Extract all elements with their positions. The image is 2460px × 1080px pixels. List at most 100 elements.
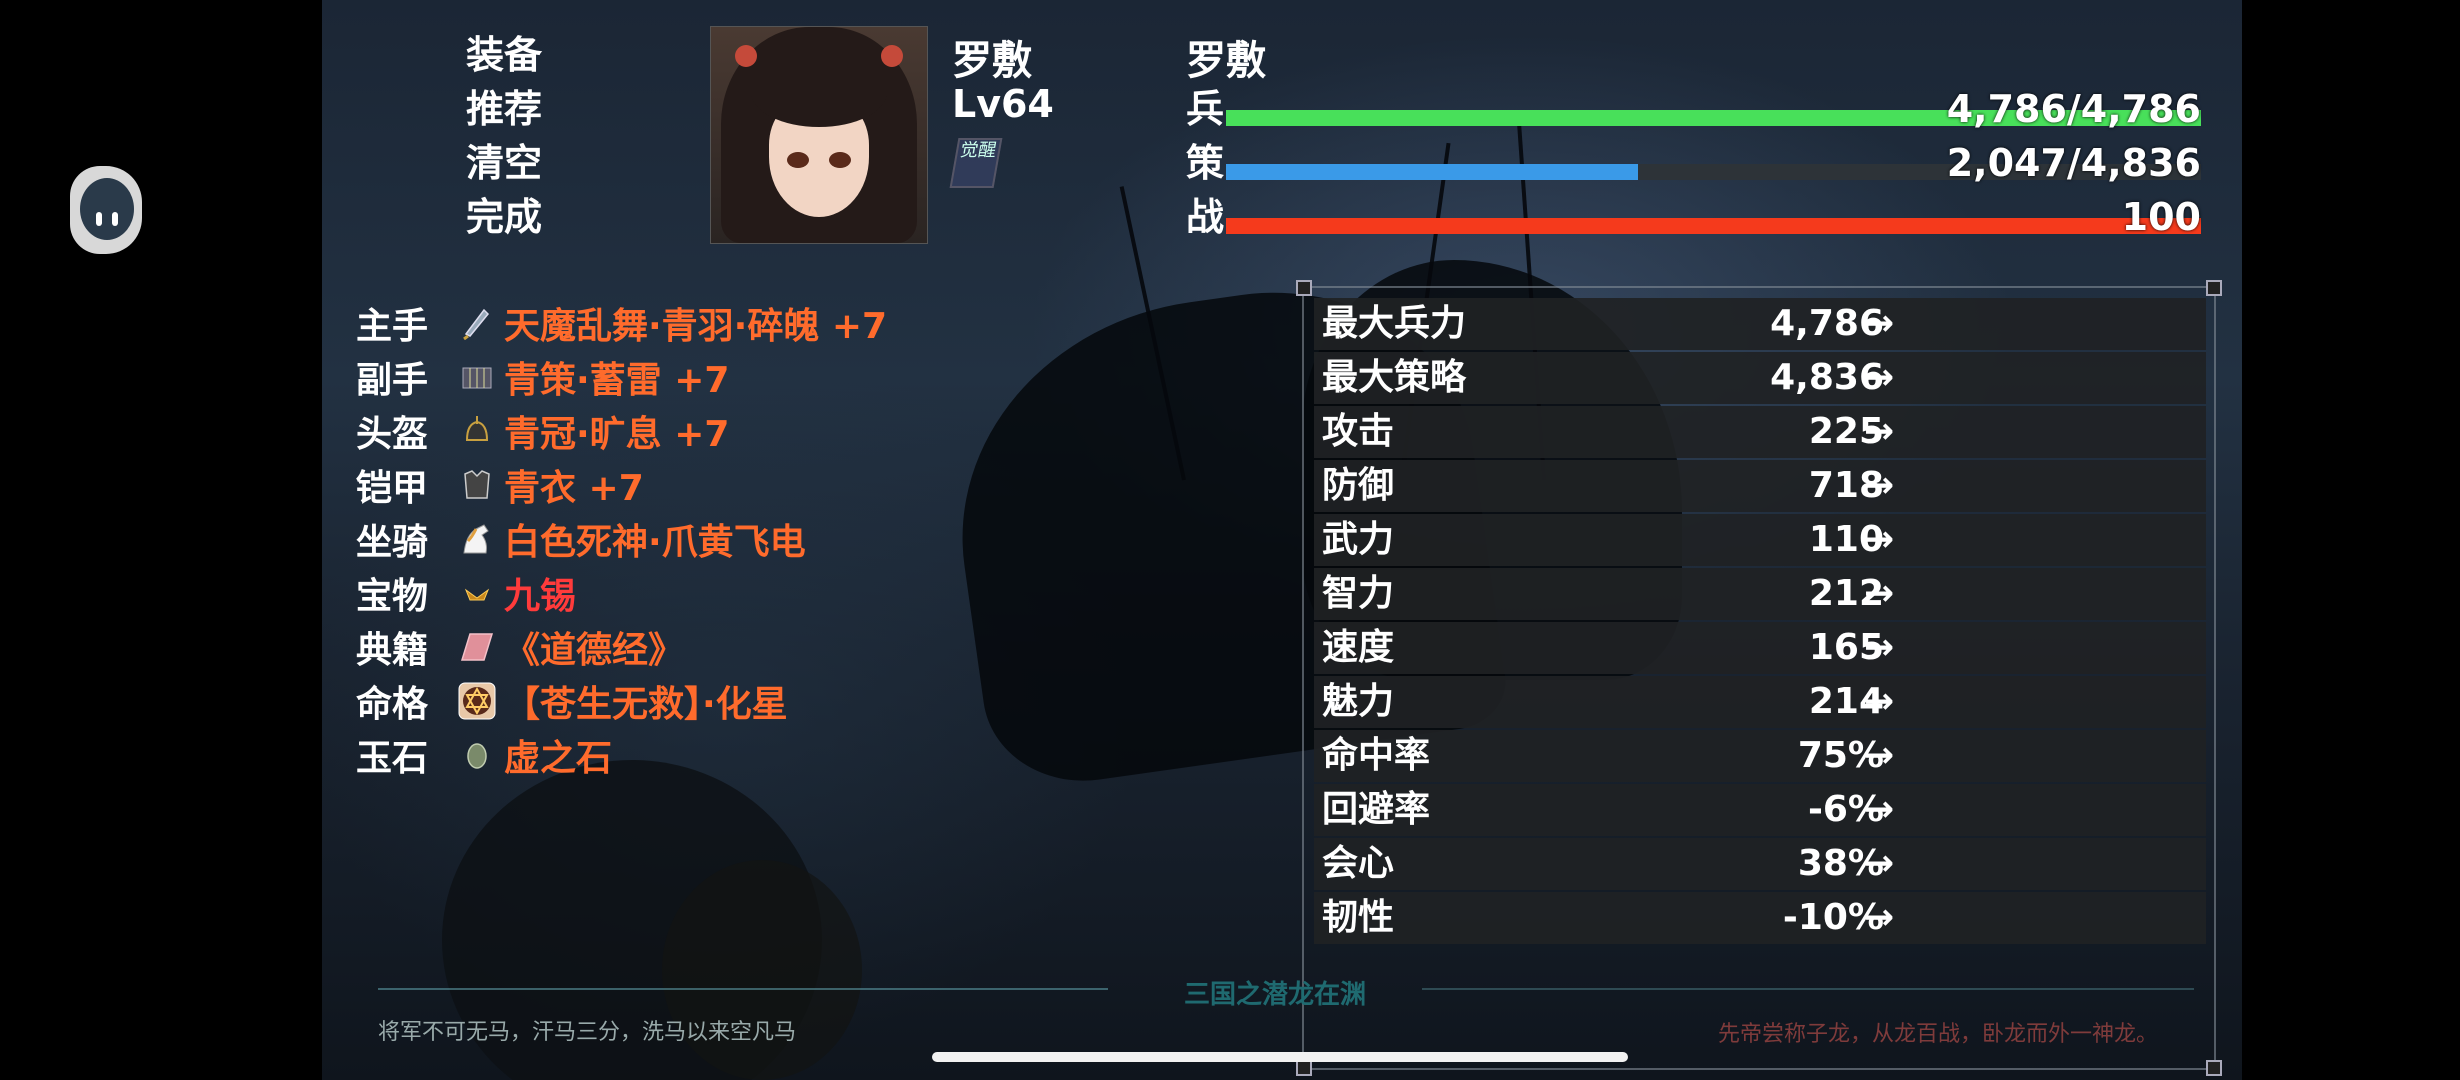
stat-name: 最大策略: [1322, 357, 1467, 398]
equip-row-treasure[interactable]: 宝物 九锡: [356, 566, 887, 620]
stat-row-crit: 会心 38% →: [1314, 838, 2206, 890]
stat-name: 武力: [1322, 519, 1395, 560]
portrait-eye: [829, 152, 851, 168]
stat-row-defense: 防御 718 →: [1314, 460, 2206, 512]
stat-name: 会心: [1322, 843, 1395, 884]
equip-slot-label: 头盔: [356, 414, 429, 455]
stat-name: 回避率: [1322, 789, 1431, 830]
menu-recommend[interactable]: 推荐: [362, 82, 662, 136]
panel-corner: [2206, 280, 2222, 296]
equip-name: 青策·蓄雷 +7: [504, 360, 730, 401]
menu-equip[interactable]: 装备: [362, 28, 662, 82]
stats-panel: 最大兵力 4,786 → 最大策略 4,836 → 攻击 225 → 防御 71…: [1296, 280, 2222, 1076]
stat-row-tenacity: 韧性 -10% →: [1314, 892, 2206, 944]
hero-level: Lv64: [952, 82, 1054, 126]
troops-value: 4,786/4,786: [1946, 87, 2201, 131]
battle-track: [1226, 218, 2201, 234]
home-indicator[interactable]: [932, 1052, 1628, 1062]
stat-name: 智力: [1322, 573, 1395, 614]
panel-corner: [2206, 1060, 2222, 1076]
equip-name: 《道德经》: [504, 630, 685, 671]
weapon-icon: [456, 302, 498, 344]
gem-icon: [456, 734, 498, 776]
stat-row-hit-rate: 命中率 75% →: [1314, 730, 2206, 782]
strategy-fill: [1226, 164, 1639, 180]
menu-clear[interactable]: 清空: [362, 136, 662, 190]
assistant-eye: [96, 212, 102, 226]
equip-slot-label: 宝物: [356, 576, 429, 617]
game-title-watermark: 三国之潜龙在渊: [1184, 980, 1367, 1010]
stat-row-might: 武力 110 →: [1314, 514, 2206, 566]
footer-divider: [1422, 988, 2194, 990]
arrow-right-icon: →: [1864, 303, 1895, 344]
hair-ornament: [881, 45, 903, 67]
equip-row-mount[interactable]: 坐骑 白色死神·爪黄飞电: [356, 512, 887, 566]
floating-assistant-button[interactable]: [70, 166, 142, 254]
assistant-eye: [112, 212, 118, 226]
equip-slot-label: 命格: [356, 684, 429, 725]
troops-label: 兵: [1186, 87, 1225, 131]
battle-value: 100: [2121, 195, 2201, 239]
awaken-badge: 觉醒: [949, 138, 1003, 188]
portrait-fringe: [751, 57, 887, 127]
panel-corner: [1296, 280, 1312, 296]
panel-hero-name: 罗敷: [1186, 38, 1266, 84]
equip-slot-label: 玉石: [356, 738, 429, 779]
battle-bar: 战 100: [1186, 196, 2201, 238]
stat-name: 最大兵力: [1322, 303, 1467, 344]
arrow-right-icon: →: [1864, 465, 1895, 506]
equip-row-gem[interactable]: 玉石 虚之石: [356, 728, 887, 782]
arrow-right-icon: →: [1864, 573, 1895, 614]
equip-slot-label: 主手: [356, 306, 429, 347]
footer-divider: [378, 988, 1108, 990]
stat-name: 速度: [1322, 627, 1395, 668]
equip-name: 青衣 +7: [504, 468, 644, 509]
treasure-icon: [456, 572, 498, 614]
strategy-value: 2,047/4,836: [1946, 141, 2201, 185]
equipment-list: 主手 天魔乱舞·青羽·碎魄 +7 副手 青策·蓄雷 +7 头盔 青冠·旷息 +7…: [356, 296, 887, 782]
equip-row-tome[interactable]: 典籍 《道德经》: [356, 620, 887, 674]
stat-row-attack: 攻击 225 →: [1314, 406, 2206, 458]
tome-icon: [456, 626, 498, 668]
equip-name: 白色死神·爪黄飞电: [504, 522, 806, 563]
equip-name: 天魔乱舞·青羽·碎魄 +7: [504, 306, 888, 347]
panel-corner: [1296, 1060, 1312, 1076]
equip-row-armor[interactable]: 铠甲 青衣 +7: [356, 458, 887, 512]
arrow-right-icon: →: [1864, 789, 1895, 830]
troops-bar: 兵 4,786/4,786: [1186, 88, 2201, 130]
equip-slot-label: 典籍: [356, 630, 429, 671]
battle-fill: [1226, 218, 2201, 234]
equip-row-off-hand[interactable]: 副手 青策·蓄雷 +7: [356, 350, 887, 404]
equip-name: 九锡: [504, 576, 577, 617]
stat-row-charm: 魅力 214 →: [1314, 676, 2206, 728]
battle-label: 战: [1186, 195, 1225, 239]
background-helmet-silhouette: [662, 860, 862, 1080]
stat-name: 命中率: [1322, 735, 1431, 776]
menu-done[interactable]: 完成: [362, 190, 662, 244]
book-scroll-icon: [456, 356, 498, 398]
arrow-right-icon: →: [1864, 411, 1895, 452]
stat-row-evasion: 回避率 -6% →: [1314, 784, 2206, 836]
stat-name: 攻击: [1322, 411, 1395, 452]
arrow-right-icon: →: [1864, 843, 1895, 884]
armor-icon: [456, 464, 498, 506]
stat-row-max-strategy: 最大策略 4,836 →: [1314, 352, 2206, 404]
footer-quote-right: 先帝尝称子龙，从龙百战，卧龙而外一神龙。: [1718, 1022, 2159, 1047]
equip-name: 虚之石: [504, 738, 613, 779]
arrow-right-icon: →: [1864, 897, 1895, 938]
stat-name: 魅力: [1322, 681, 1395, 722]
equip-name: 青冠·旷息 +7: [504, 414, 730, 455]
equip-row-main-hand[interactable]: 主手 天魔乱舞·青羽·碎魄 +7: [356, 296, 887, 350]
stat-row-intellect: 智力 212 →: [1314, 568, 2206, 620]
equip-row-helmet[interactable]: 头盔 青冠·旷息 +7: [356, 404, 887, 458]
arrow-right-icon: →: [1864, 681, 1895, 722]
game-screen: 装备 推荐 清空 完成 罗敷 Lv64 觉醒 罗敷 兵 4,786/4,786 …: [322, 0, 2242, 1080]
side-menu: 装备 推荐 清空 完成: [362, 28, 662, 244]
hero-portrait[interactable]: [710, 26, 928, 244]
equip-slot-label: 坐骑: [356, 522, 429, 563]
assistant-face-icon: [80, 178, 134, 240]
arrow-right-icon: →: [1864, 519, 1895, 560]
hero-name: 罗敷: [952, 38, 1032, 84]
stat-name: 防御: [1322, 465, 1395, 506]
equip-row-destiny[interactable]: 命格 【苍生无救】·化星: [356, 674, 887, 728]
